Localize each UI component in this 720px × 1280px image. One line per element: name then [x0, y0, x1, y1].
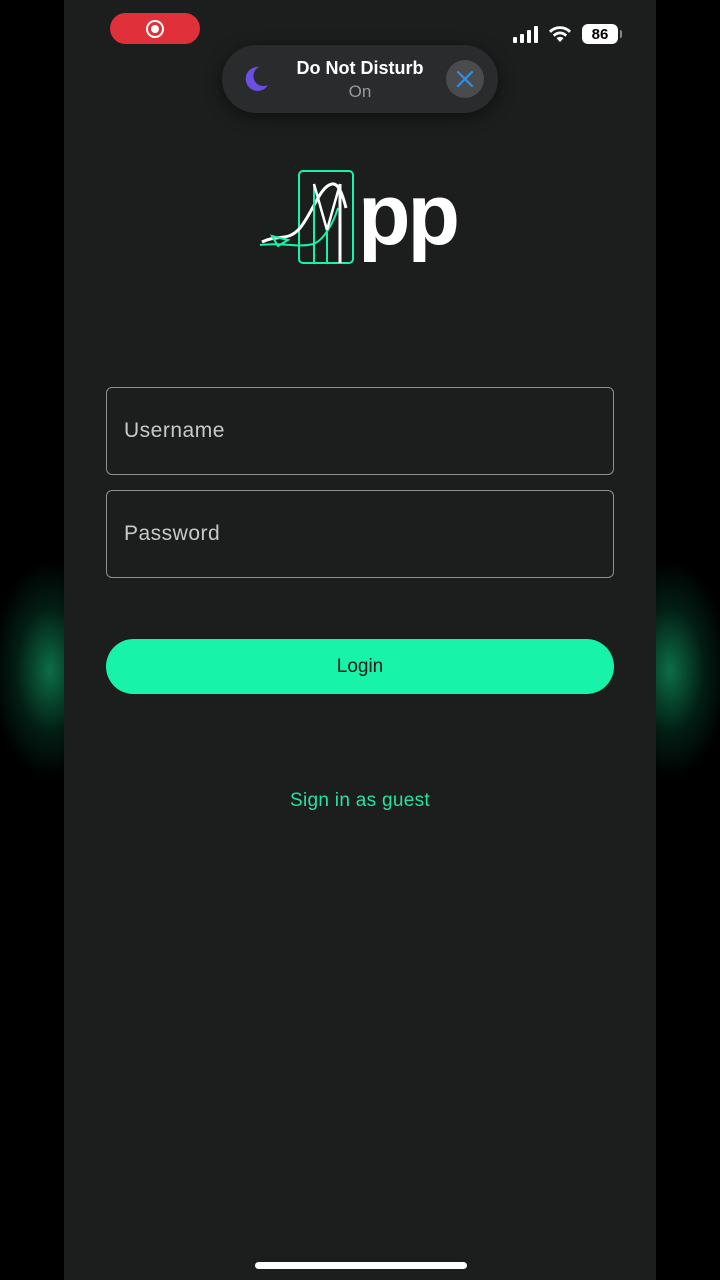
do-not-disturb-banner[interactable]: Do Not Disturb On [222, 45, 498, 113]
screen-recording-indicator[interactable] [110, 13, 200, 44]
record-icon [146, 19, 164, 38]
username-field[interactable] [106, 387, 614, 475]
login-button[interactable]: Login [106, 639, 614, 694]
sign-in-as-guest-link[interactable]: Sign in as guest [64, 790, 656, 812]
app-screen: 86 Do Not Disturb On pp Username Login S… [64, 0, 656, 1280]
status-icons: 86 [513, 22, 622, 46]
password-field[interactable] [106, 490, 614, 578]
battery-icon: 86 [582, 24, 622, 44]
bridge-logo-icon [259, 170, 354, 264]
dnd-close-button[interactable] [446, 60, 484, 98]
close-icon [456, 70, 474, 88]
home-indicator[interactable] [255, 1262, 467, 1269]
screen: 86 Do Not Disturb On pp Username Login S… [0, 0, 720, 1280]
cellular-signal-icon [513, 25, 538, 43]
wifi-icon [549, 26, 571, 42]
logo-wordmark: pp [358, 167, 460, 263]
battery-level: 86 [591, 25, 609, 43]
app-logo: pp [258, 168, 468, 268]
